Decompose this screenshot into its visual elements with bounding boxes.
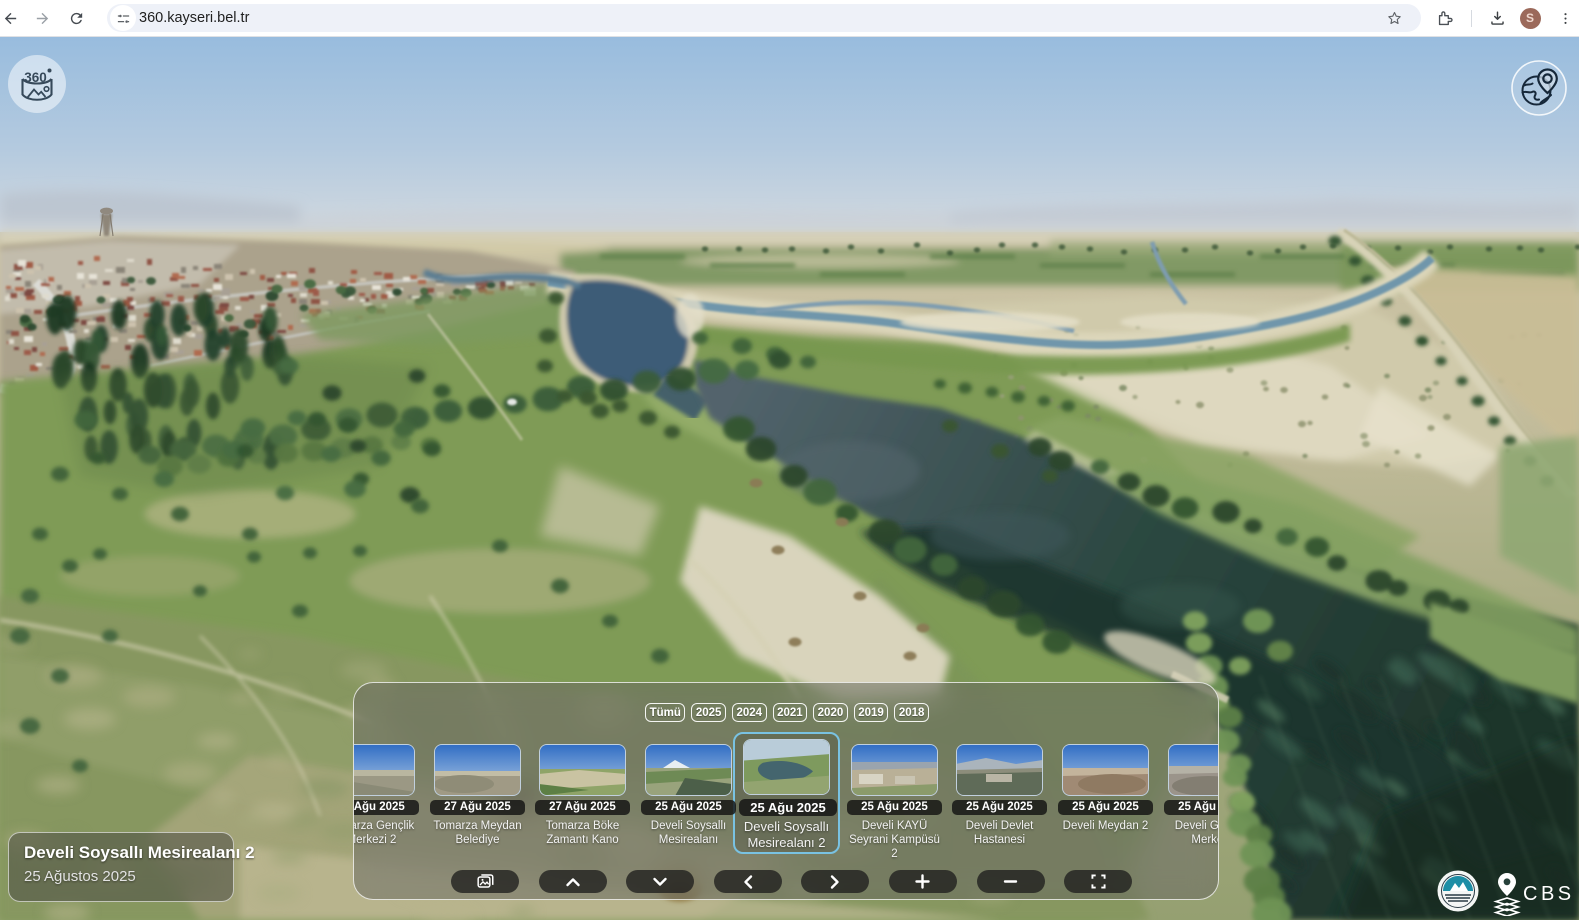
svg-text:CBS: CBS — [1523, 883, 1575, 905]
